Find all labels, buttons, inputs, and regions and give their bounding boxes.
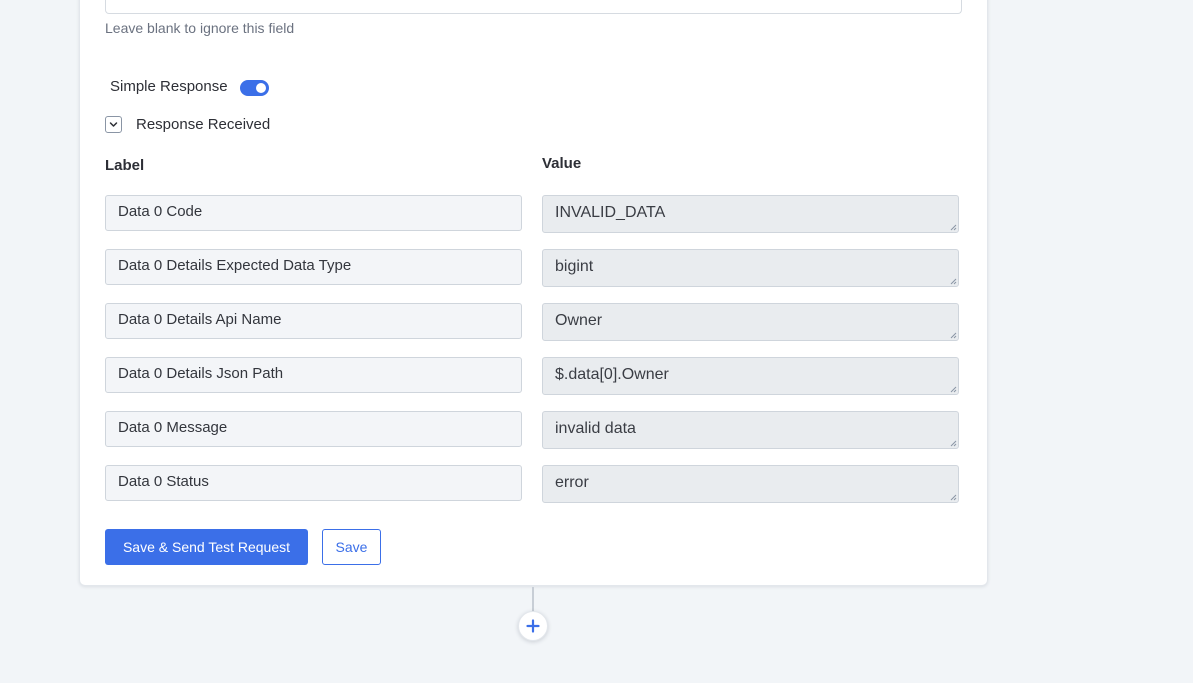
response-label-field[interactable]: Data 0 Details Json Path xyxy=(105,357,522,393)
response-value-field[interactable]: error xyxy=(542,465,959,503)
value-column-header: Value xyxy=(542,155,582,172)
simple-response-label: Simple Response xyxy=(110,77,228,95)
response-value-field[interactable]: invalid data xyxy=(542,411,959,449)
simple-response-toggle[interactable] xyxy=(239,80,269,96)
response-value-text: invalid data xyxy=(555,420,636,437)
response-value-text: Owner xyxy=(555,312,603,329)
response-value-text: bigint xyxy=(555,258,594,275)
resize-grip-icon[interactable] xyxy=(949,385,957,393)
simple-response-row: Simple Response xyxy=(110,76,269,96)
response-value-field[interactable]: bigint xyxy=(542,249,959,287)
save-button[interactable]: Save xyxy=(322,529,381,565)
resize-grip-icon[interactable] xyxy=(949,439,957,447)
toggle-knob xyxy=(255,83,266,93)
step-connector-line xyxy=(532,587,534,612)
top-field-input[interactable] xyxy=(105,0,962,14)
label-column-header: Label xyxy=(105,157,145,174)
resize-grip-icon[interactable] xyxy=(949,493,957,501)
response-label-field[interactable]: Data 0 Details Expected Data Type xyxy=(105,249,522,285)
save-and-send-test-request-button[interactable]: Save & Send Test Request xyxy=(105,529,308,565)
response-value-field[interactable]: Owner xyxy=(542,303,959,341)
response-received-expand[interactable] xyxy=(105,116,122,133)
response-value-text: INVALID_DATA xyxy=(555,204,666,221)
resize-grip-icon[interactable] xyxy=(949,223,957,231)
response-label-field[interactable]: Data 0 Status xyxy=(105,465,522,501)
field-helper-text: Leave blank to ignore this field xyxy=(105,20,295,36)
response-value-text: error xyxy=(555,474,589,491)
response-value-field[interactable]: $.data[0].Owner xyxy=(542,357,959,395)
response-label-field[interactable]: Data 0 Message xyxy=(105,411,522,447)
add-step-button[interactable] xyxy=(518,611,548,641)
resize-grip-icon[interactable] xyxy=(949,331,957,339)
resize-grip-icon[interactable] xyxy=(949,277,957,285)
response-received-label: Response Received xyxy=(136,116,271,133)
response-label-field[interactable]: Data 0 Details Api Name xyxy=(105,303,522,339)
response-value-field[interactable]: INVALID_DATA xyxy=(542,195,959,233)
response-value-text: $.data[0].Owner xyxy=(555,366,669,383)
plus-icon xyxy=(526,619,540,633)
response-label-field[interactable]: Data 0 Code xyxy=(105,195,522,231)
response-received-row: Response Received xyxy=(105,116,270,133)
chevron-down-icon xyxy=(109,122,118,127)
